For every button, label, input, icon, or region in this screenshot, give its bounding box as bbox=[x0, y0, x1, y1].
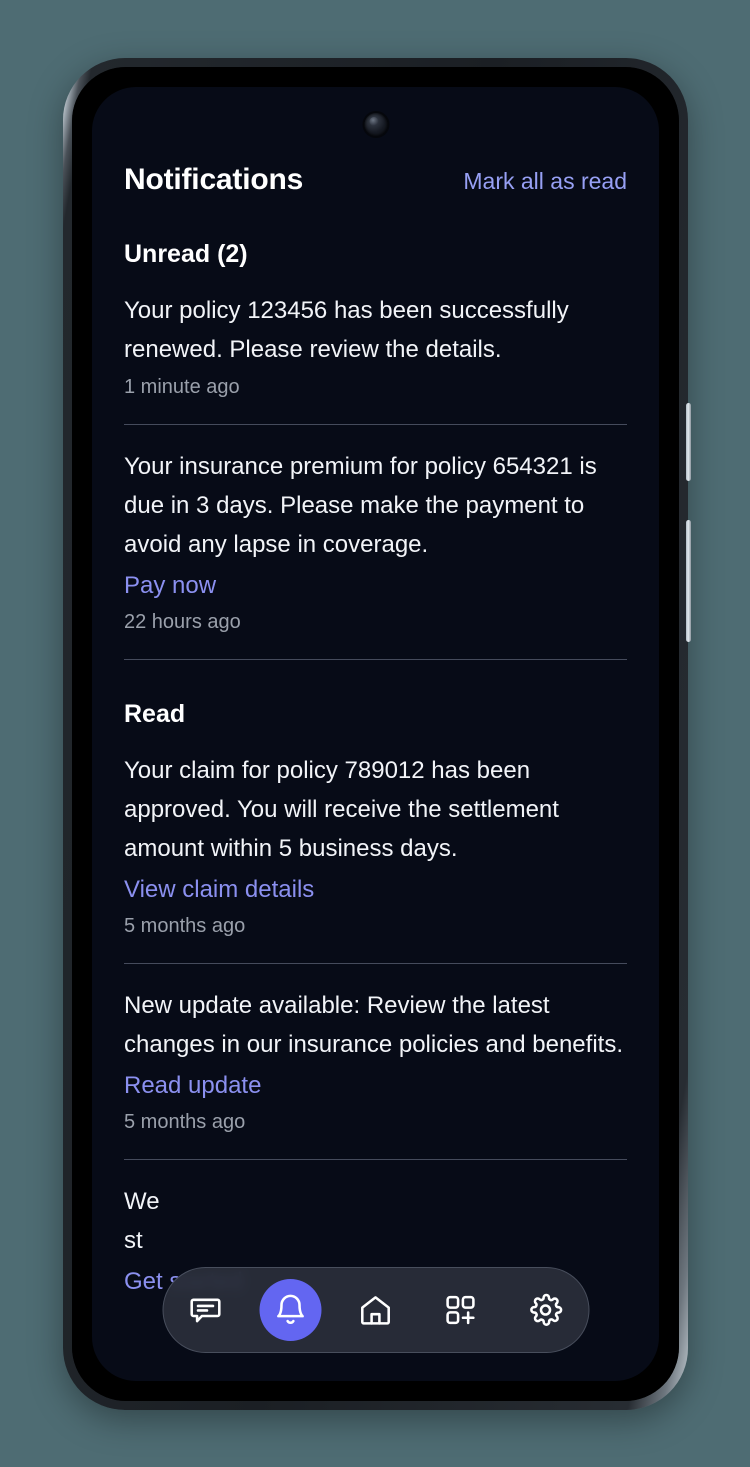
grid-plus-icon bbox=[443, 1292, 479, 1328]
phone-bezel: Notifications Mark all as read Unread (2… bbox=[72, 67, 679, 1401]
home-icon bbox=[358, 1292, 394, 1328]
app-header: Notifications Mark all as read bbox=[124, 87, 627, 197]
section-heading-unread: Unread (2) bbox=[124, 240, 248, 268]
pay-now-link[interactable]: Pay now bbox=[124, 568, 627, 604]
bell-icon bbox=[273, 1292, 309, 1328]
notification-item[interactable]: Your claim for policy 789012 has been ap… bbox=[124, 751, 627, 964]
gear-icon bbox=[528, 1292, 564, 1328]
notification-timestamp: 1 minute ago bbox=[124, 376, 240, 398]
notification-timestamp: 22 hours ago bbox=[124, 611, 241, 633]
notification-item[interactable]: Your insurance premium for policy 654321… bbox=[124, 447, 627, 660]
notification-body: We st bbox=[124, 1188, 160, 1254]
view-claim-details-link[interactable]: View claim details bbox=[124, 872, 627, 908]
chat-bubble-icon bbox=[188, 1292, 224, 1328]
notification-body: Your insurance premium for policy 654321… bbox=[124, 453, 597, 558]
nav-apps-add-button[interactable] bbox=[430, 1279, 492, 1341]
nav-chat-bubble-button[interactable] bbox=[175, 1279, 237, 1341]
notifications-app: Notifications Mark all as read Unread (2… bbox=[92, 87, 659, 1381]
page-title: Notifications bbox=[124, 163, 304, 196]
read-update-link[interactable]: Read update bbox=[124, 1068, 627, 1104]
notification-item[interactable]: Your policy 123456 has been successfully… bbox=[124, 291, 627, 425]
notification-item[interactable]: New update available: Review the latest … bbox=[124, 986, 627, 1160]
nav-settings-button[interactable] bbox=[515, 1279, 577, 1341]
mark-all-as-read-button[interactable]: Mark all as read bbox=[463, 168, 627, 195]
phone-side-button-volume[interactable] bbox=[686, 403, 691, 481]
phone-frame: Notifications Mark all as read Unread (2… bbox=[63, 58, 691, 1410]
phone-screen: Notifications Mark all as read Unread (2… bbox=[92, 87, 659, 1381]
nav-home-button[interactable] bbox=[345, 1279, 407, 1341]
phone-side-button-power[interactable] bbox=[686, 520, 691, 642]
front-camera-icon bbox=[364, 113, 387, 136]
notification-body: Your claim for policy 789012 has been ap… bbox=[124, 757, 559, 862]
notification-timestamp: 5 months ago bbox=[124, 915, 246, 937]
nav-notifications-button[interactable] bbox=[259, 1279, 322, 1341]
notification-body: New update available: Review the latest … bbox=[124, 992, 623, 1058]
notification-timestamp: 5 months ago bbox=[124, 1111, 246, 1133]
section-heading-read: Read bbox=[124, 700, 186, 728]
notification-body: Your policy 123456 has been successfully… bbox=[124, 297, 569, 363]
screenshot-stage: Notifications Mark all as read Unread (2… bbox=[0, 0, 750, 1467]
bottom-navigation-bar bbox=[162, 1267, 589, 1353]
